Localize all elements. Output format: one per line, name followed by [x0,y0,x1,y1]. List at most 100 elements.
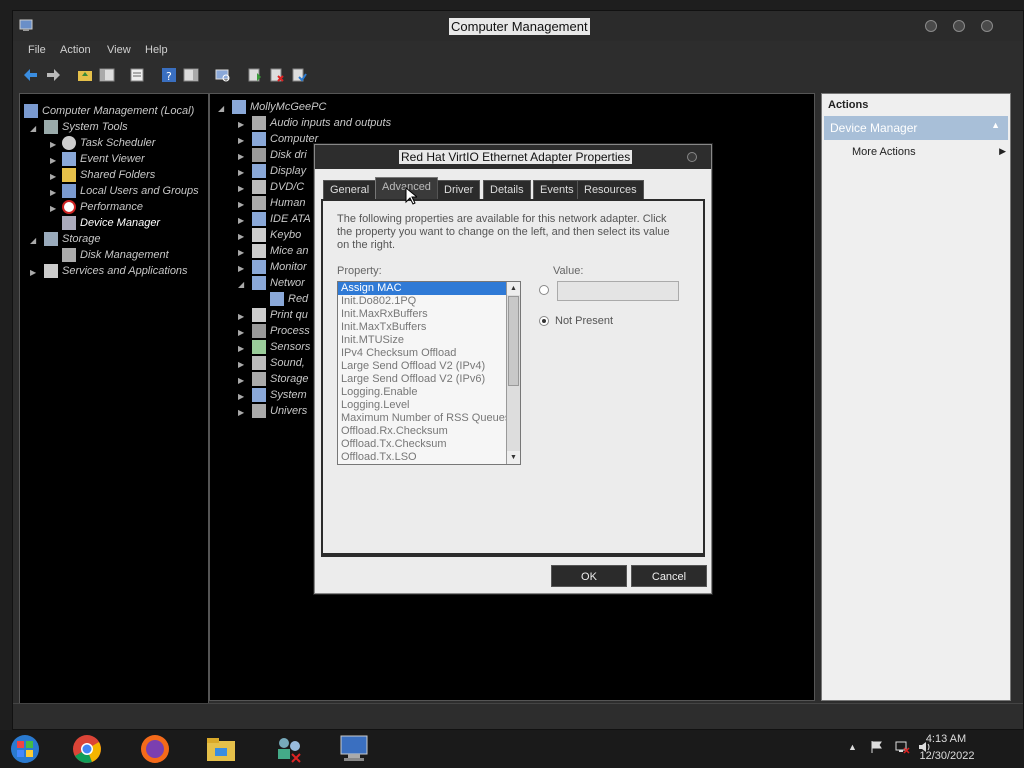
file-explorer-icon[interactable] [204,732,238,766]
network-status-icon[interactable] [894,740,910,754]
collapse-arrow-icon[interactable]: ▶ [50,140,56,149]
collapse-arrow-icon[interactable]: ▶ [238,136,244,145]
tree-item-disk-management[interactable]: Disk Management [62,248,169,264]
tab-resources[interactable]: Resources [577,180,644,200]
device-category-item[interactable]: IDE ATA [252,212,311,228]
maximize-button[interactable] [953,20,965,32]
clock-time[interactable]: 4:13 AM [916,733,976,745]
tree-item-device-manager[interactable]: Device Manager [62,216,160,232]
collapse-arrow-icon[interactable]: ▶ [238,184,244,193]
collapse-arrow-icon[interactable]: ▶ [238,120,244,129]
tree-item-storage[interactable]: Storage [44,232,101,248]
scroll-thumb[interactable] [508,296,519,386]
expand-arrow-icon[interactable]: ◢ [238,280,244,289]
tab-general[interactable]: General [323,180,377,200]
collapse-arrow-icon[interactable]: ▶ [50,188,56,197]
action-center-flag-icon[interactable] [870,740,884,754]
network-users-icon[interactable] [272,732,306,766]
tab-details[interactable]: Details [483,180,531,200]
property-list-item[interactable]: Offload.Tx.LSO [338,451,506,464]
tree-item-local-users[interactable]: Local Users and Groups [62,184,199,200]
collapse-arrow-icon[interactable]: ▶ [238,200,244,209]
device-category-item[interactable]: Print qu [252,308,308,324]
device-category-item[interactable]: Display [252,164,306,180]
property-list-item[interactable]: Init.MTUSize [338,334,506,347]
help-icon[interactable]: ? [161,67,177,83]
device-category-item[interactable]: Keybo [252,228,301,244]
device-category-item[interactable]: System [252,388,307,404]
collapse-arrow-icon[interactable]: ▶ [50,172,56,181]
menu-view[interactable]: View [107,44,131,56]
collapse-arrow-icon[interactable]: ▶ [238,360,244,369]
cancel-button[interactable]: Cancel [631,565,707,587]
collapse-arrow-icon[interactable]: ▶ [238,392,244,401]
dialog-close-button[interactable] [687,152,697,162]
tree-item-system-tools[interactable]: System Tools [44,120,128,136]
collapse-arrow-icon[interactable]: ▶ [238,216,244,225]
not-present-radio[interactable] [539,316,549,326]
device-category-item[interactable]: Red [270,292,308,308]
scroll-up-icon[interactable]: ▲ [507,282,520,295]
property-list-item[interactable]: Large Send Offload V2 (IPv4) [338,360,506,373]
tree-item-event-viewer[interactable]: Event Viewer [62,152,145,168]
collapse-arrow-icon[interactable]: ▶ [238,312,244,321]
more-actions-link[interactable]: More Actions [852,146,916,158]
collapse-arrow-icon[interactable]: ▶ [238,168,244,177]
tray-expand-icon[interactable]: ▲ [848,742,857,752]
property-list-item[interactable]: Assign MAC [338,282,506,295]
property-list-item[interactable]: Logging.Level [338,399,506,412]
tree-item-services-applications[interactable]: Services and Applications [44,264,188,280]
collapse-arrow-icon[interactable]: ▶ [238,408,244,417]
device-category-item[interactable]: DVD/C [252,180,304,196]
property-list-item[interactable]: Offload.Rx.Checksum [338,425,506,438]
tree-item-computer-management[interactable]: Computer Management (Local) [24,104,194,120]
device-category-item[interactable]: Audio inputs and outputs [252,116,391,132]
device-category-item[interactable]: Sound, [252,356,305,372]
collapse-arrow-icon[interactable]: ▶ [50,156,56,165]
expand-arrow-icon[interactable]: ◢ [30,124,36,133]
tree-item-shared-folders[interactable]: Shared Folders [62,168,155,184]
back-arrow-icon[interactable] [23,67,39,83]
device-tree-computer[interactable]: MollyMcGeePC [232,100,326,116]
tab-driver[interactable]: Driver [437,180,481,200]
ok-button[interactable]: OK [551,565,627,587]
device-category-item[interactable]: Human [252,196,305,212]
minimize-button[interactable] [925,20,937,32]
device-category-item[interactable]: Computer [252,132,318,148]
property-list-item[interactable]: Large Send Offload V2 (IPv6) [338,373,506,386]
collapse-arrow-icon[interactable]: ▶ [30,268,36,277]
property-list-item[interactable]: Logging.Enable [338,386,506,399]
device-category-item[interactable]: Disk dri [252,148,307,164]
property-list-item[interactable]: IPv4 Checksum Offload [338,347,506,360]
collapse-arrow-icon[interactable]: ▶ [238,232,244,241]
start-button-icon[interactable] [8,732,42,766]
properties-icon[interactable] [129,67,145,83]
device-category-item[interactable]: Process [252,324,310,340]
tab-events[interactable]: Events [533,180,581,200]
tree-item-performance[interactable]: Performance [62,200,143,216]
close-button[interactable] [981,20,993,32]
menu-action[interactable]: Action [60,44,91,56]
menu-help[interactable]: Help [145,44,168,56]
collapse-up-icon[interactable]: ▲ [991,120,1000,130]
update-driver-icon[interactable] [247,67,263,83]
firefox-icon[interactable] [138,732,172,766]
device-category-item[interactable]: Storage [252,372,309,388]
chrome-icon[interactable] [70,732,104,766]
forward-arrow-icon[interactable] [45,67,61,83]
menu-file[interactable]: File [28,44,46,56]
device-category-item[interactable]: Networ [252,276,305,292]
enable-device-icon[interactable] [291,67,307,83]
device-category-item[interactable]: Univers [252,404,307,420]
collapse-arrow-icon[interactable]: ▶ [238,264,244,273]
tree-item-task-scheduler[interactable]: Task Scheduler [62,136,155,152]
clock-date[interactable]: 12/30/2022 [912,750,982,762]
computer-management-taskbar-icon[interactable] [338,732,372,766]
value-radio[interactable] [539,285,549,295]
property-list-item[interactable]: Offload.Tx.Checksum [338,438,506,451]
collapse-arrow-icon[interactable]: ▶ [50,204,56,213]
value-input[interactable] [557,281,679,301]
scan-hardware-icon[interactable] [215,67,231,83]
property-list-scrollbar[interactable]: ▲ ▼ [506,282,520,464]
property-list-item[interactable]: Init.Do802.1PQ [338,295,506,308]
